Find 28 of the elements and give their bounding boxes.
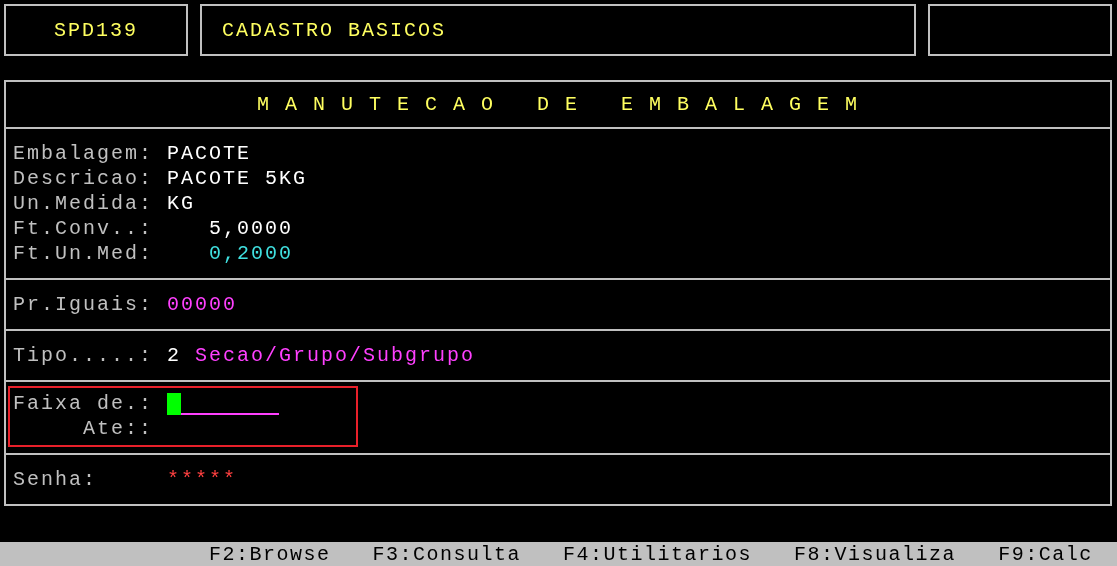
field-value: 0,2000 — [208, 241, 293, 266]
field-value: PACOTE — [167, 141, 251, 166]
form-title: M A N U T E C A O D E E M B A L A G E M — [256, 93, 860, 116]
field-label: Ft.Un.Med: — [13, 241, 155, 266]
field-label: Un.Medida: — [13, 191, 155, 216]
function-key[interactable]: F2:Browse — [209, 542, 331, 566]
field-value: 00000 — [167, 292, 237, 317]
field-label: Ft.Conv..: — [13, 216, 155, 241]
function-key[interactable]: F9:Calc — [998, 542, 1093, 566]
field-label: Tipo.....: — [13, 343, 155, 368]
function-key[interactable]: F4:Utilitarios — [563, 542, 753, 566]
field-label: Ate:: — [82, 416, 153, 441]
function-key[interactable]: F3:Consulta — [372, 542, 522, 566]
input-field[interactable] — [167, 392, 279, 415]
field-value: PACOTE 5KG — [167, 166, 308, 191]
field-value: ***** — [167, 467, 237, 492]
field-description: Secao/Grupo/Subgrupo — [195, 343, 476, 368]
module-title: CADASTRO BASICOS — [222, 18, 447, 42]
field-label: Senha: — [13, 467, 98, 492]
function-key[interactable]: F8:Visualiza — [794, 542, 957, 566]
program-code: SPD139 — [54, 18, 138, 42]
field-label: Faixa de.: — [13, 391, 153, 416]
field-label: Embalagem: — [13, 141, 155, 166]
field-label: Descricao: — [13, 166, 155, 191]
field-value: 2 — [167, 343, 181, 368]
field-value: KG — [167, 191, 195, 216]
field-value: 5,0000 — [208, 216, 293, 241]
field-label: Pr.Iguais: — [13, 292, 155, 317]
